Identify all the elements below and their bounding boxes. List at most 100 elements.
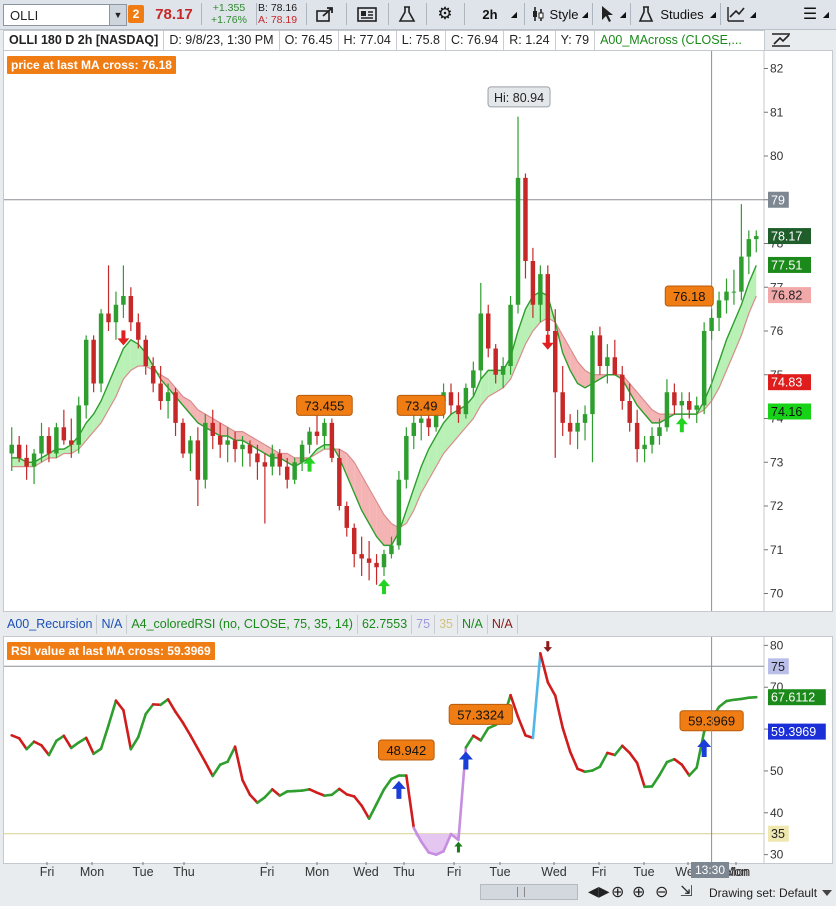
rsi-line-segment: [114, 699, 125, 712]
rsi-up-arrow: [458, 751, 473, 770]
rsi-line-segment: [144, 703, 155, 716]
interval-button[interactable]: 2h: [472, 3, 508, 25]
candle-body: [232, 440, 238, 450]
rsi-line-segment: [129, 735, 140, 751]
rsi-line-segment: [233, 745, 244, 782]
rsi-line-segment: [55, 734, 66, 743]
fit-icon[interactable]: ⇲: [680, 882, 693, 900]
candle-body: [180, 422, 186, 454]
candle-body: [389, 545, 394, 555]
chevron-down-icon[interactable]: ◢: [508, 3, 520, 25]
time-tick-label: Mon: [305, 865, 329, 879]
candle-body: [307, 431, 312, 445]
cross-up-arrow: [378, 579, 390, 595]
bid-ask-box: B: 78.16 A: 78.19: [258, 2, 304, 28]
candle-body: [240, 444, 245, 450]
price-tick-label: 72: [770, 499, 784, 513]
gear-icon[interactable]: ⚙: [432, 3, 458, 25]
candle-body: [590, 335, 595, 415]
collapse-panel-icon[interactable]: [766, 30, 796, 50]
candle-body: [448, 392, 454, 406]
rsi-down-arrow: [543, 641, 553, 652]
chevron-down-icon[interactable]: ◢: [820, 3, 832, 25]
candle-body: [605, 357, 610, 366]
price-chart[interactable]: 8281807978777675747372717073.45573.4976.…: [4, 51, 832, 611]
rsi-line-segment: [553, 694, 564, 730]
candle-body: [463, 387, 469, 415]
flask-icon[interactable]: [394, 3, 420, 25]
chevron-down-icon[interactable]: ◢: [748, 3, 758, 25]
candle-body: [731, 291, 737, 293]
chevron-down-icon[interactable]: ◢: [618, 3, 628, 25]
candle-body: [262, 462, 268, 467]
drawing-set-label[interactable]: Drawing set: Default: [709, 886, 817, 900]
zoom-in-icon[interactable]: ⊕: [632, 882, 645, 902]
candle-body: [284, 466, 290, 480]
rsi-line-segment: [77, 736, 88, 744]
rsi-os-badge-text: 35: [771, 827, 785, 841]
time-tick-label: Wed: [541, 865, 567, 879]
ma-cloud-segment: [190, 401, 198, 423]
menu-icon[interactable]: ☰: [798, 3, 822, 25]
rsi-line-segment: [181, 721, 192, 737]
time-tick-label: Mon: [726, 865, 750, 879]
candle-body: [627, 401, 632, 423]
studies-icon[interactable]: [636, 3, 656, 25]
time-axis[interactable]: Fri Mon Tue Thu Fri Mon Wed Thu Fri Tue Wed Fri Tue W…: [3, 862, 831, 880]
candle-body: [567, 422, 573, 432]
drawing-tools-icon[interactable]: [724, 3, 748, 25]
last-price-badge-text: 78.17: [771, 230, 802, 244]
symbol-dropdown-icon[interactable]: ▼: [109, 5, 126, 25]
chevron-down-icon[interactable]: ◢: [708, 3, 718, 25]
rsi-line-segment: [263, 788, 274, 799]
candle-body: [188, 440, 193, 454]
candle-body: [575, 422, 580, 432]
rsi-line-segment: [92, 747, 103, 756]
studies-button[interactable]: Studies: [656, 3, 708, 25]
time-tick-label: Thu: [173, 865, 195, 879]
rsi-na-1: N/A: [458, 615, 488, 634]
crosshair-icon[interactable]: ⊕: [611, 882, 624, 902]
rsi-line-segment: [546, 680, 557, 697]
symbol-text: OLLI: [10, 8, 39, 23]
time-tick-label: Fri: [592, 865, 607, 879]
study-label-recursion[interactable]: A00_Recursion: [3, 615, 98, 634]
news-icon[interactable]: [352, 3, 382, 25]
candle-body: [113, 304, 119, 323]
price-panel[interactable]: 8281807978777675747372717073.45573.4976.…: [3, 50, 833, 612]
candle-body: [143, 339, 148, 366]
scroll-left-icon[interactable]: ◀▶: [588, 883, 610, 900]
candle-body: [754, 236, 759, 240]
style-button[interactable]: Style: [548, 3, 580, 25]
ma-cloud-segment: [644, 401, 653, 423]
scroll-thumb-grip[interactable]: [517, 887, 525, 897]
candle-body: [694, 405, 699, 410]
rsi-chart[interactable]: 80706050403048.94257.332459.39697567.611…: [4, 637, 832, 863]
candle-body: [9, 444, 14, 454]
price-tick-label: 76: [770, 324, 784, 338]
rsi-oversold: 35: [435, 615, 458, 634]
chevron-down-icon[interactable]: [822, 890, 832, 896]
candle-body: [76, 405, 81, 445]
link-number-badge[interactable]: 2: [128, 5, 144, 23]
price-tick-label: 82: [770, 62, 784, 76]
study-label-rsi[interactable]: A4_coloredRSI (no, CLOSE, 75, 35, 14): [127, 615, 358, 634]
study-label-macross[interactable]: A00_MAcross (CLOSE,...: [595, 31, 747, 50]
rsi-line-segment: [47, 739, 58, 757]
crosshair-price-badge-text: 79: [771, 193, 785, 207]
bar-close: C: 76.94: [446, 31, 505, 50]
price-cross-label: price at last MA cross: 76.18: [7, 56, 176, 74]
symbol-input[interactable]: OLLI ▼: [3, 4, 127, 26]
horizontal-scrollbar[interactable]: [480, 884, 578, 900]
rsi-panel[interactable]: 80706050403048.94257.332459.39697567.611…: [3, 636, 833, 864]
candle-body: [553, 331, 558, 393]
ma-cloud-segment: [130, 339, 139, 371]
chevron-down-icon[interactable]: ◢: [580, 3, 590, 25]
cursor-icon[interactable]: [596, 3, 618, 25]
candle-body: [270, 453, 275, 467]
share-icon[interactable]: [312, 3, 340, 25]
candle-body: [508, 304, 513, 366]
style-icon[interactable]: [528, 3, 550, 25]
rsi-cross-bubble-text: 48.942: [386, 743, 426, 758]
zoom-out-icon[interactable]: ⊖: [655, 882, 668, 902]
